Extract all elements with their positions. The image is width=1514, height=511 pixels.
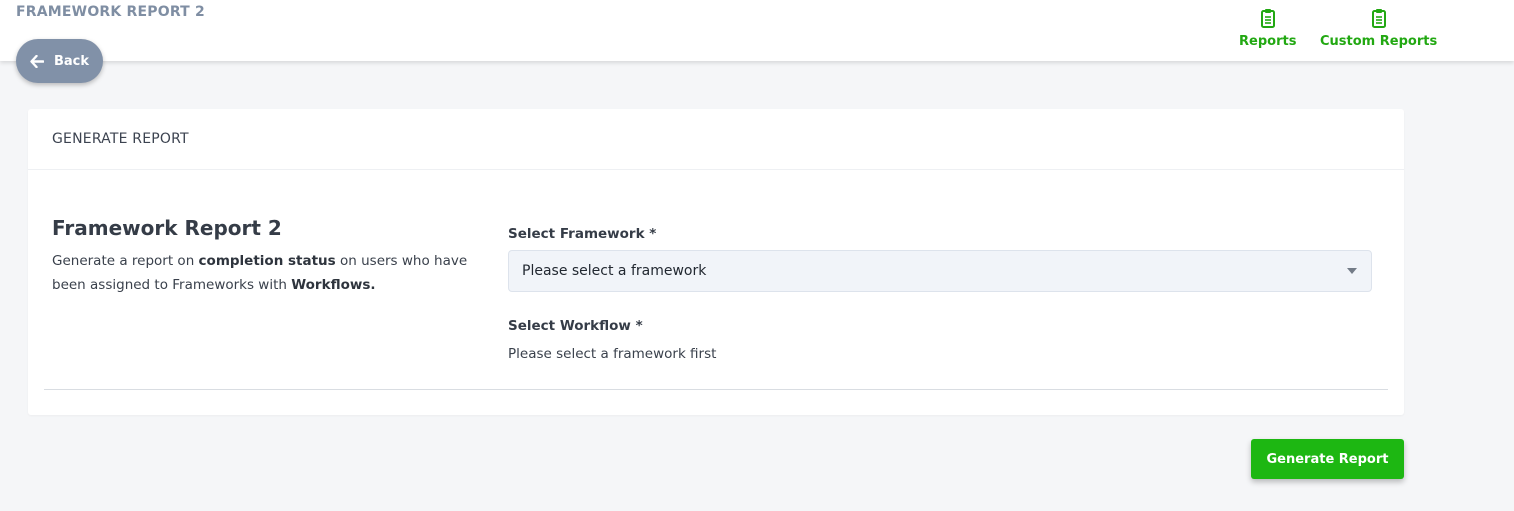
- report-title: Framework Report 2: [52, 216, 282, 240]
- report-description: Generate a report on completion status o…: [52, 249, 492, 297]
- card-header: GENERATE REPORT: [28, 109, 1404, 170]
- description-bold-status: completion status: [198, 253, 336, 269]
- workflow-label: Select Workflow *: [508, 318, 643, 334]
- card-header-title: GENERATE REPORT: [52, 131, 189, 147]
- nav-reports-label: Reports: [1239, 34, 1297, 49]
- generate-report-label: Generate Report: [1266, 451, 1389, 467]
- framework-select-value: Please select a framework: [522, 263, 707, 279]
- caret-down-icon: [1347, 268, 1357, 274]
- nav-custom-reports-link[interactable]: Custom Reports: [1320, 8, 1437, 49]
- description-bold-workflows: Workflows.: [291, 277, 376, 293]
- back-button[interactable]: Back: [16, 39, 103, 83]
- workflow-note: Please select a framework first: [508, 346, 717, 362]
- framework-label: Select Framework *: [508, 226, 657, 242]
- back-button-label: Back: [53, 53, 90, 69]
- framework-select[interactable]: Please select a framework: [508, 250, 1372, 292]
- clipboard-icon: [1371, 9, 1386, 28]
- arrow-left-icon: [30, 54, 44, 68]
- nav-custom-reports-label: Custom Reports: [1320, 34, 1438, 49]
- generate-report-button[interactable]: Generate Report: [1251, 439, 1404, 479]
- divider: [44, 389, 1388, 390]
- top-bar: FRAMEWORK REPORT 2 Reports Custom Report…: [0, 0, 1514, 61]
- description-text: Generate a report on: [52, 253, 199, 269]
- clipboard-icon: [1260, 9, 1275, 28]
- page-title: FRAMEWORK REPORT 2: [16, 4, 205, 20]
- generate-report-card: GENERATE REPORT Framework Report 2 Gener…: [28, 109, 1404, 415]
- nav-reports-link[interactable]: Reports: [1239, 8, 1296, 49]
